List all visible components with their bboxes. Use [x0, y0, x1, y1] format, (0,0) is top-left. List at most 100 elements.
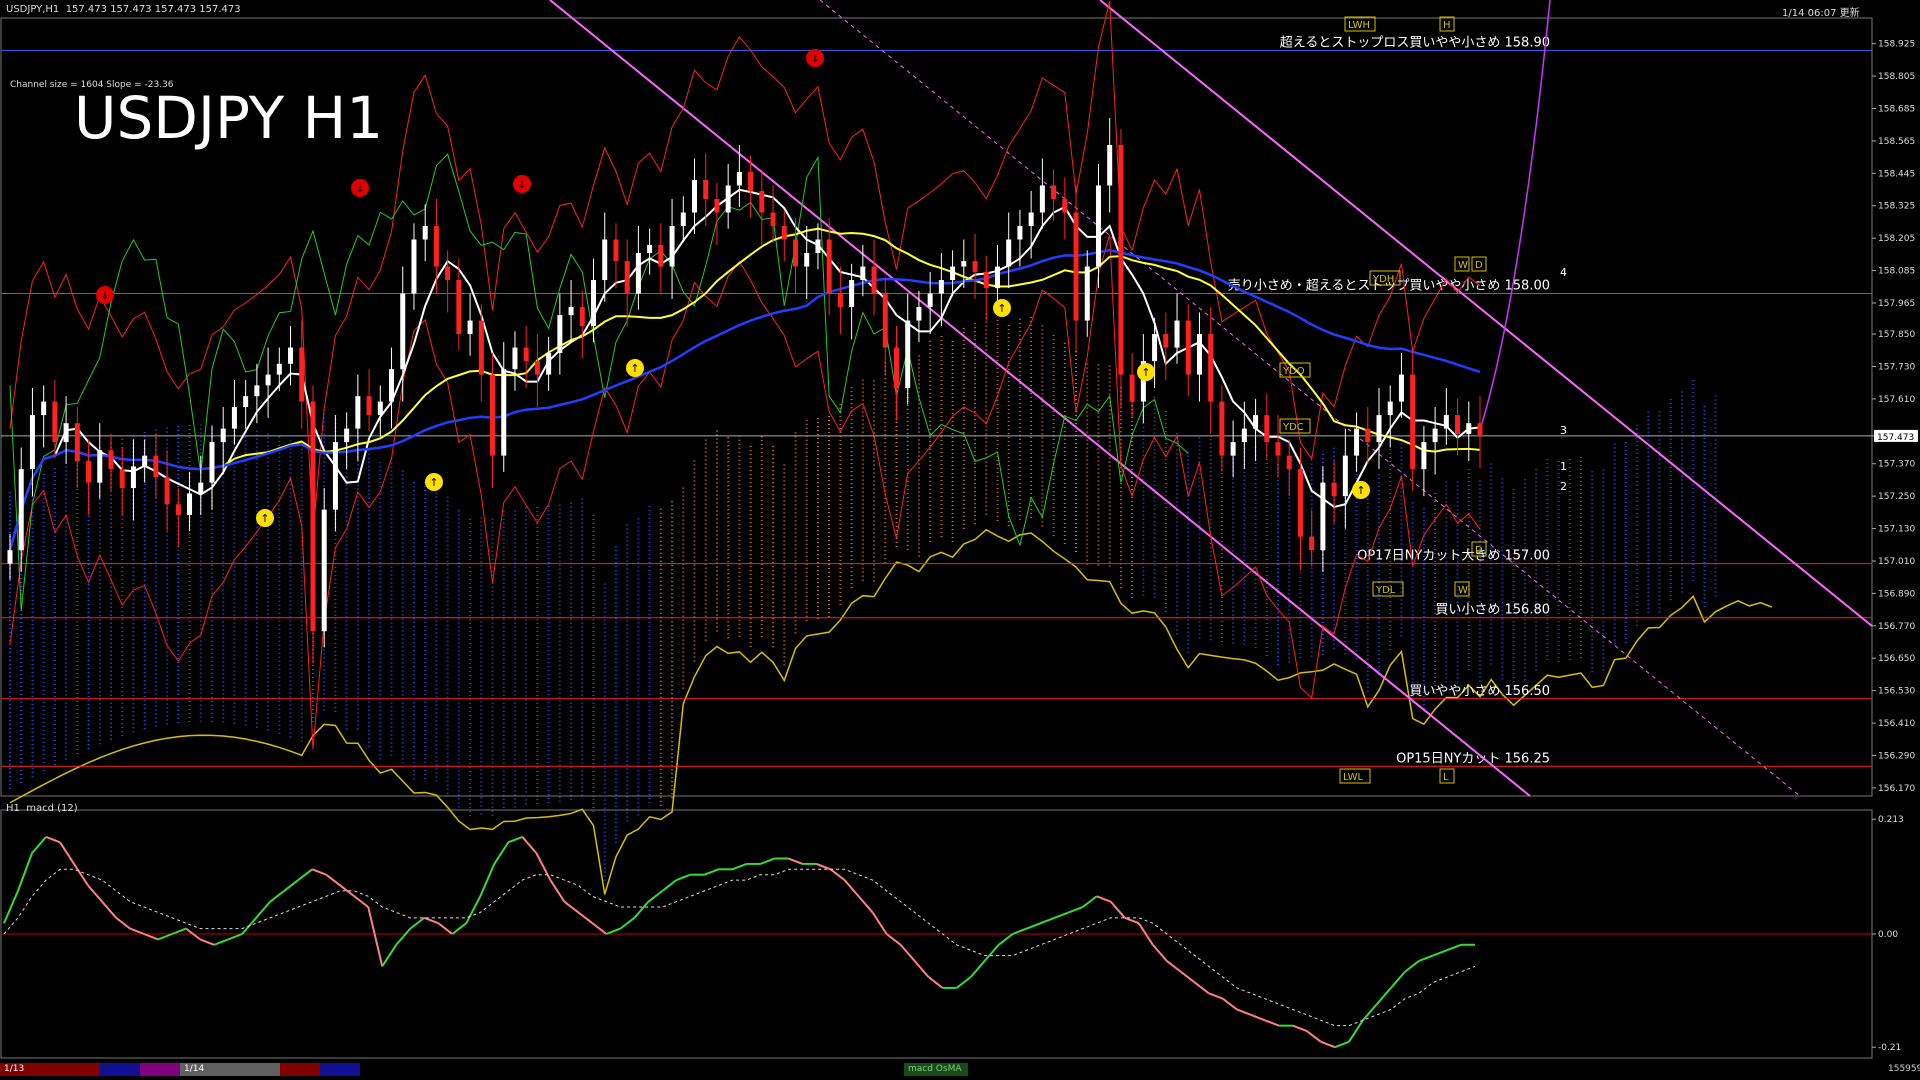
- tab-date-1[interactable]: 1/13: [0, 1063, 100, 1076]
- candle-body: [175, 504, 181, 516]
- candle-body: [837, 293, 843, 308]
- candle-body: [523, 347, 529, 362]
- candle-body: [692, 180, 698, 213]
- y-tick-label: 156.530: [1878, 687, 1915, 697]
- candle-body: [568, 307, 574, 316]
- fractal-down-glyph: ↓: [100, 289, 109, 302]
- candle-body: [97, 450, 103, 483]
- macd-line-seg: [381, 944, 398, 967]
- candle-body: [231, 407, 237, 429]
- candle-body: [108, 450, 114, 470]
- macd-line-seg: [1040, 916, 1056, 925]
- candle-body: [209, 442, 215, 483]
- macd-line-seg: [591, 922, 608, 935]
- tab-color-5[interactable]: [280, 1063, 320, 1076]
- pivot-label: YDC: [1282, 422, 1304, 433]
- pivot-label: L: [1443, 772, 1449, 783]
- target-label: 4: [1560, 266, 1567, 279]
- macd-y-tick-label: -0.21: [1878, 1043, 1901, 1053]
- candle-body: [299, 347, 305, 402]
- macd-line-seg: [871, 911, 888, 935]
- candle-body: [1051, 185, 1057, 199]
- macd-label: H1 macd (12): [6, 803, 78, 814]
- candle-body: [86, 461, 92, 483]
- macd-line-seg: [885, 933, 902, 946]
- pivot-label: W: [1458, 260, 1468, 271]
- candle-body: [422, 226, 428, 240]
- macd-line-seg: [983, 944, 1000, 962]
- macd-line-seg: [507, 836, 523, 844]
- y-tick-label: 158.325: [1878, 202, 1915, 212]
- candle-body: [310, 401, 316, 632]
- candle-body: [1185, 320, 1191, 375]
- macd-line-seg: [17, 852, 33, 892]
- candle-body: [276, 363, 282, 375]
- candle-body: [288, 347, 294, 364]
- candle-body: [119, 469, 125, 489]
- pivot-label: LWH: [1348, 20, 1370, 31]
- candle-body: [759, 190, 765, 213]
- candle-body: [1286, 455, 1292, 470]
- macd-line-seg: [1292, 1024, 1308, 1032]
- chart-canvas[interactable]: 超えるとストップロス買いやや小さめ 158.90売り小さめ・超えるとストップ買い…: [0, 0, 1920, 1080]
- fractal-up-glyph: ↑: [630, 362, 639, 375]
- candle-body: [1410, 374, 1416, 470]
- candle-body: [265, 374, 271, 386]
- envelope-line: [9, 1, 1481, 535]
- macd-line-seg: [913, 960, 930, 978]
- macd-line-seg: [969, 960, 986, 978]
- y-tick-label: 158.805: [1878, 72, 1915, 82]
- macd-line-seg: [1404, 960, 1420, 973]
- chart-window[interactable]: 超えるとストップロス買いやや小さめ 158.90 売り小さめ・超えるとストップ買い…: [0, 0, 1920, 1080]
- macd-signal-line: [3, 868, 1476, 1027]
- macd-line-seg: [521, 836, 538, 854]
- candle-body: [635, 253, 641, 294]
- candle-body: [1208, 334, 1214, 402]
- candle-body: [1196, 334, 1202, 375]
- level-label: OP17日NYカット大きめ 157.00: [1357, 549, 1550, 564]
- macd-line-seg: [732, 862, 747, 871]
- y-tick-label: 156.170: [1878, 784, 1915, 794]
- y-tick-label: 156.890: [1878, 589, 1915, 599]
- candle-body: [905, 320, 911, 389]
- candle-body: [1095, 185, 1101, 267]
- channel-line-upper: [1099, 0, 1873, 627]
- macd-line-seg: [1432, 949, 1448, 957]
- candle-body: [1241, 428, 1247, 443]
- candle-body: [321, 509, 327, 632]
- pivot-label: YDL: [1375, 585, 1396, 596]
- candle-body: [725, 185, 731, 213]
- candle-body: [972, 261, 978, 272]
- tab-color-6[interactable]: [320, 1063, 360, 1076]
- pivot-label: YDO: [1282, 366, 1305, 377]
- pivot-label: D: [1475, 260, 1483, 271]
- candle-body: [501, 369, 507, 456]
- candle-body: [770, 212, 776, 227]
- macd-line-seg: [829, 868, 846, 881]
- candle-body: [1455, 415, 1461, 435]
- macd-line-seg: [423, 916, 439, 925]
- chart-title: USDJPY H1: [74, 84, 384, 152]
- candle-body: [815, 239, 821, 254]
- candle-body: [1309, 536, 1315, 551]
- pivot-label: YDH: [1372, 274, 1394, 285]
- macd-line-seg: [1054, 911, 1070, 919]
- candle-body: [916, 307, 922, 321]
- tab-color-3[interactable]: [140, 1063, 180, 1076]
- candle-body: [1297, 469, 1303, 537]
- macd-y-tick-label: 0.00: [1878, 930, 1898, 940]
- y-tick-label: 157.850: [1878, 330, 1915, 340]
- y-tick-label: 156.410: [1878, 719, 1915, 729]
- macd-line-seg: [493, 841, 510, 865]
- tab-date-2[interactable]: 1/14: [180, 1063, 280, 1076]
- macd-line-seg: [1026, 922, 1042, 930]
- candle-body: [377, 401, 383, 416]
- macd-line-seg: [857, 895, 874, 914]
- candle-body: [1129, 374, 1135, 402]
- tab-color-2[interactable]: [100, 1063, 140, 1076]
- y-tick-label: 158.685: [1878, 104, 1915, 114]
- tab-indicator[interactable]: macd OsMA: [904, 1063, 968, 1076]
- y-tick-label: 157.250: [1878, 492, 1915, 502]
- current-price-label: 157.473: [1877, 433, 1914, 443]
- macd-line-seg: [760, 857, 775, 865]
